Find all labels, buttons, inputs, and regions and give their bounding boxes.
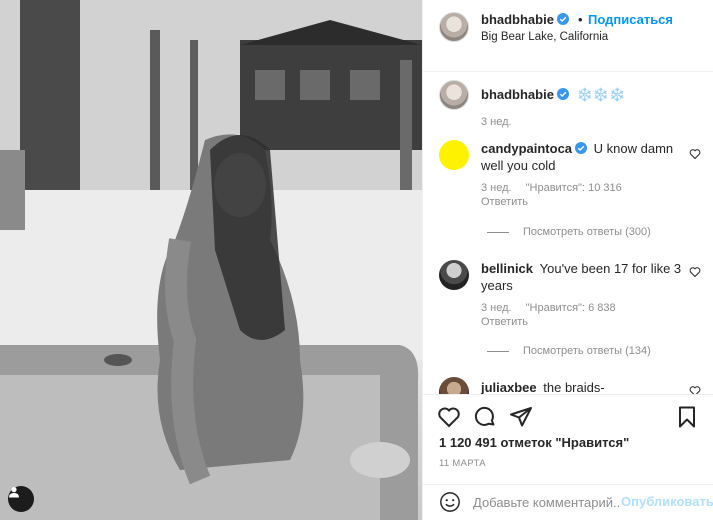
share-icon[interactable]	[509, 405, 533, 429]
view-replies-button[interactable]: Посмотреть ответы (300)	[487, 226, 651, 238]
follow-button[interactable]: Подписаться	[588, 12, 673, 27]
caption-text: ❄️❄️❄️	[576, 87, 626, 102]
post-modal: bhadbhabie • Подписаться Big Bear Lake, …	[0, 0, 713, 520]
commenter-avatar[interactable]	[439, 377, 469, 394]
comment-likes[interactable]: "Нравится": 6 838	[526, 302, 616, 314]
comment-likes[interactable]: "Нравится": 10 316	[526, 182, 622, 194]
commenter-avatar[interactable]	[439, 260, 469, 290]
author-username-text[interactable]: bhadbhabie	[481, 12, 554, 27]
caption-meta: 3 нед.	[481, 116, 526, 128]
view-replies-text[interactable]: Посмотреть ответы (134)	[523, 345, 651, 357]
heart-icon[interactable]	[689, 148, 701, 160]
comment-meta: 3 нед. "Нравится": 10 316	[481, 182, 636, 194]
view-replies-button[interactable]: Посмотреть ответы (134)	[487, 345, 651, 357]
comment-username[interactable]: bellinick	[481, 261, 533, 276]
comment-input[interactable]	[473, 491, 621, 513]
comment-icon[interactable]	[473, 405, 497, 429]
view-replies-text[interactable]: Посмотреть ответы (300)	[523, 226, 651, 238]
add-comment-bar: Опубликовать	[423, 484, 713, 520]
post-actions: 1 120 491 отметок "Нравится" 11 МАРТА	[423, 394, 713, 484]
photo-scene	[0, 0, 422, 520]
comment-body: candypaintoca U know damn well you cold	[481, 140, 686, 174]
post-photo[interactable]	[0, 0, 422, 520]
comment-meta: 3 нед. "Нравится": 6 838	[481, 302, 630, 314]
heart-icon[interactable]	[689, 385, 701, 394]
emoji-icon[interactable]	[439, 491, 461, 513]
post-header: bhadbhabie • Подписаться Big Bear Lake, …	[423, 0, 713, 72]
post-sidebar: bhadbhabie • Подписаться Big Bear Lake, …	[422, 0, 713, 520]
likes-count[interactable]: 1 120 491 отметок "Нравится"	[439, 435, 629, 450]
user-tag-icon[interactable]	[8, 486, 34, 512]
heart-icon[interactable]	[689, 266, 701, 278]
author-avatar[interactable]	[439, 12, 469, 42]
location-link[interactable]: Big Bear Lake, California	[481, 31, 608, 43]
reply-button[interactable]: Ответить	[481, 196, 528, 208]
comment-time[interactable]: 3 нед.	[481, 182, 512, 194]
verified-icon	[575, 142, 588, 154]
verified-icon	[556, 88, 569, 100]
caption-time[interactable]: 3 нед.	[481, 116, 512, 128]
comment-body: juliaxbee the braids-	[481, 379, 686, 394]
separator-dot: •	[578, 12, 583, 27]
commenter-avatar[interactable]	[439, 140, 469, 170]
post-date[interactable]: 11 МАРТА	[439, 458, 486, 469]
comment-time[interactable]: 3 нед.	[481, 302, 512, 314]
verified-icon	[556, 13, 569, 25]
comment-username[interactable]: juliaxbee	[481, 380, 537, 394]
author-username[interactable]: bhadbhabie	[481, 12, 569, 27]
heart-icon[interactable]	[437, 405, 461, 429]
comments-list[interactable]: bhadbhabie ❄️❄️❄️ 3 нед. candypaintoca U…	[423, 72, 713, 394]
replies-divider	[487, 231, 509, 233]
comment-text: the braids-	[543, 380, 605, 394]
caption-avatar[interactable]	[439, 80, 469, 110]
comment-body: bellinick You've been 17 for like 3 year…	[481, 260, 686, 294]
comment-username[interactable]: candypaintoca	[481, 141, 572, 156]
reply-button[interactable]: Ответить	[481, 316, 528, 328]
caption-username[interactable]: bhadbhabie	[481, 87, 554, 102]
bookmark-icon[interactable]	[675, 405, 699, 429]
publish-button[interactable]: Опубликовать	[621, 494, 713, 509]
replies-divider	[487, 350, 509, 352]
user-tag-glyph	[9, 487, 19, 498]
caption-body: bhadbhabie ❄️❄️❄️	[481, 86, 686, 103]
